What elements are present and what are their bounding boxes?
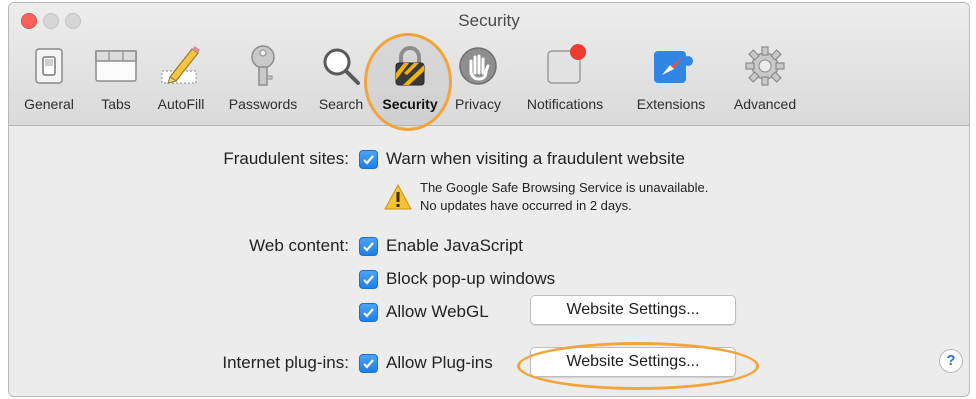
tab-security[interactable]: Security: [373, 39, 447, 119]
key-icon: [251, 45, 275, 86]
enable-javascript-label: Enable JavaScript: [386, 236, 524, 255]
tab-notifications-label: Notifications: [526, 96, 604, 112]
safe-browsing-warning-line1: The Google Safe Browsing Service is unav…: [420, 180, 709, 195]
tab-general-label: General: [24, 96, 74, 112]
preferences-toolbar: General Tabs AutoFill Passwords Search S…: [9, 39, 969, 119]
preferences-window: Security General Tabs AutoFill Passwords…: [8, 2, 970, 397]
tab-search[interactable]: Search: [309, 39, 373, 119]
tab-extensions-label: Extensions: [636, 96, 706, 112]
magnifier-icon: [323, 48, 360, 85]
plugins-settings-highlight-ellipse: [517, 342, 759, 390]
allow-webgl-checkbox[interactable]: [359, 303, 378, 322]
safe-browsing-warning-line2: No updates have occurred in 2 days.: [420, 198, 632, 213]
titlebar: Security General Tabs AutoFill Passwords…: [9, 3, 969, 131]
fraud-warning-checkbox[interactable]: [359, 150, 378, 169]
general-switch-icon: [35, 48, 63, 84]
padlock-icon: [395, 46, 425, 86]
internet-plugins-label: Internet plug-ins:: [222, 353, 349, 372]
tab-tabs-label: Tabs: [101, 96, 131, 112]
allow-plugins-label: Allow Plug-ins: [386, 353, 493, 372]
tab-search-label: Search: [318, 96, 364, 112]
puzzle-compass-icon: [654, 51, 693, 83]
fraud-warning-option-label: Warn when visiting a fraudulent website: [386, 149, 685, 168]
webgl-website-settings-button[interactable]: Website Settings...: [530, 295, 736, 325]
tab-autofill[interactable]: AutoFill: [145, 39, 217, 119]
tab-autofill-label: AutoFill: [157, 96, 205, 112]
enable-javascript-checkbox[interactable]: [359, 237, 378, 256]
notification-badge-icon: [547, 44, 586, 84]
tab-advanced-label: Advanced: [733, 96, 797, 112]
allow-webgl-label: Allow WebGL: [386, 302, 489, 321]
hand-icon: [459, 47, 497, 85]
fraudulent-sites-label: Fraudulent sites:: [223, 149, 349, 168]
tab-security-label: Security: [382, 96, 438, 112]
tab-advanced[interactable]: Advanced: [721, 39, 809, 119]
warning-icon: [384, 184, 412, 210]
tab-privacy-label: Privacy: [455, 96, 501, 112]
tab-passwords[interactable]: Passwords: [217, 39, 309, 119]
help-button[interactable]: ?: [939, 349, 963, 373]
tabs-icon: [95, 50, 137, 82]
tab-general[interactable]: General: [11, 39, 87, 119]
tab-notifications[interactable]: Notifications: [509, 39, 621, 119]
window-title: Security: [458, 11, 520, 30]
tab-privacy[interactable]: Privacy: [447, 39, 509, 119]
tab-tabs[interactable]: Tabs: [87, 39, 145, 119]
web-content-label: Web content:: [249, 236, 349, 255]
autofill-pencil-icon: [161, 46, 200, 84]
tab-extensions[interactable]: Extensions: [621, 39, 721, 119]
block-popups-checkbox[interactable]: [359, 270, 378, 289]
gear-icon: [745, 46, 785, 86]
block-popups-label: Block pop-up windows: [386, 269, 556, 288]
tab-passwords-label: Passwords: [228, 96, 298, 112]
allow-plugins-checkbox[interactable]: [359, 354, 378, 373]
